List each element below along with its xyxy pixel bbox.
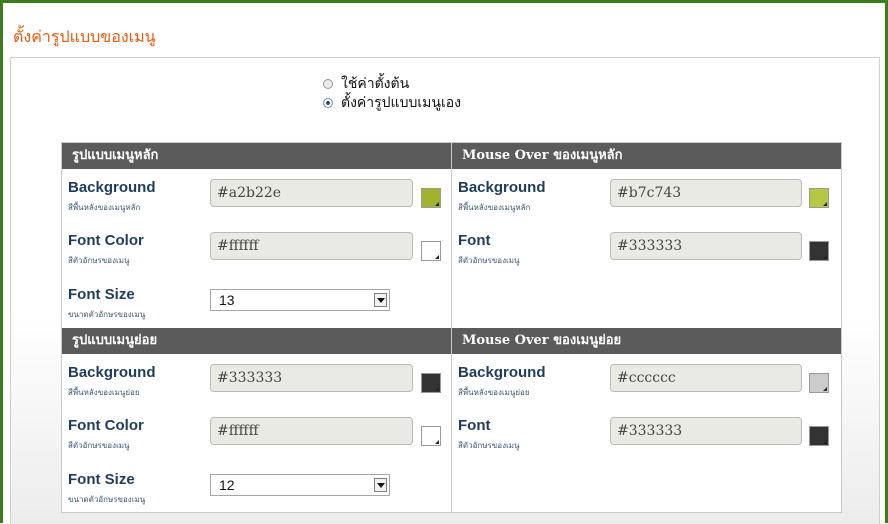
sub-background-sub: สีพื้นหลังของเมนูย่อย [68,388,140,397]
chevron-down-icon[interactable] [374,293,387,307]
mode-radio-group: ใช้ค่าตั้งต้น ตั้งค่ารูปแบบเมนูเอง [323,74,461,112]
sub-font-size-sub: ขนาดตัวอักษรของเมนู [68,495,146,504]
page-title: ตั้งค่ารูปแบบของเมนู [13,27,156,46]
main-hover-font-input[interactable]: #333333 [610,232,802,260]
main-font-color-sub: สีตัวอักษรของเมนู [68,256,130,265]
main-hover-font-sub: สีตัวอักษรของเมนู [458,256,520,265]
sub-hover-background-label: Background [458,364,546,381]
sub-background-swatch[interactable] [421,373,441,393]
main-background-input[interactable]: #a2b22e [210,179,413,207]
radio-custom[interactable] [323,97,333,108]
mode-option-custom[interactable]: ตั้งค่ารูปแบบเมนูเอง [323,93,461,112]
sub-font-color-swatch[interactable] [421,426,441,446]
settings-panel: ใช้ค่าตั้งต้น ตั้งค่ารูปแบบเมนูเอง รูปแบ… [10,57,880,524]
main-hover-background-input[interactable]: #b7c743 [610,179,802,207]
sub-hover-background-input[interactable]: #cccccc [610,364,802,392]
main-font-size-select[interactable]: 13 [210,289,390,311]
main-font-color-swatch[interactable] [421,241,441,261]
main-font-size-value: 13 [219,292,235,308]
sub-font-color-label: Font Color [68,417,144,434]
mode-option-default[interactable]: ใช้ค่าตั้งต้น [323,74,461,93]
right-column: Mouse Over ของเมนูหลัก Background สีพื้น… [452,143,841,512]
sub-hover-background-row: Background สีพื้นหลังของเมนูย่อย #cccccc [452,362,841,414]
main-hover-background-sub: สีพื้นหลังของเมนูหลัก [458,203,531,212]
main-background-swatch[interactable] [421,188,441,208]
sub-hover-font-swatch[interactable] [809,426,829,446]
left-column: รูปแบบเมนูหลัก Background สีพื้นหลังของเ… [62,143,452,512]
sub-font-color-input[interactable]: #ffffff [210,417,413,445]
sub-hover-background-sub: สีพื้นหลังของเมนูย่อย [458,388,530,397]
main-hover-font-swatch[interactable] [809,241,829,261]
sub-menu-header: รูปแบบเมนูย่อย [62,328,451,354]
main-font-size-sub: ขนาดตัวอักษรของเมนู [68,310,146,319]
menu-style-grid: รูปแบบเมนูหลัก Background สีพื้นหลังของเ… [61,142,842,513]
main-hover-font-label: Font [458,232,491,249]
main-hover-header: Mouse Over ของเมนูหลัก [452,143,841,169]
sub-hover-header: Mouse Over ของเมนูย่อย [452,328,841,354]
main-hover-background-label: Background [458,179,546,196]
sub-background-row: Background สีพื้นหลังของเมนูย่อย #333333 [62,362,451,414]
sub-hover-font-label: Font [458,417,491,434]
main-background-row: Background สีพื้นหลังของเมนูหลัก #a2b22e [62,177,451,229]
sub-background-input[interactable]: #333333 [210,364,413,392]
sub-font-size-select[interactable]: 12 [210,474,390,496]
main-hover-background-row: Background สีพื้นหลังของเมนูหลัก #b7c743 [452,177,841,229]
main-font-color-label: Font Color [68,232,144,249]
settings-frame: ตั้งค่ารูปแบบของเมนู ใช้ค่าตั้งต้น ตั้งค… [0,0,888,524]
main-hover-font-row: Font สีตัวอักษรของเมนู #333333 [452,230,841,282]
main-font-color-input[interactable]: #ffffff [210,232,413,260]
main-background-sub: สีพื้นหลังของเมนูหลัก [68,203,141,212]
sub-hover-font-input[interactable]: #333333 [610,417,802,445]
sub-hover-font-sub: สีตัวอักษรของเมนู [458,441,520,450]
mode-option-custom-label: ตั้งค่ารูปแบบเมนูเอง [341,94,461,111]
sub-font-size-value: 12 [219,477,235,493]
sub-hover-background-swatch[interactable] [809,373,829,393]
main-font-size-label: Font Size [68,286,135,303]
sub-background-label: Background [68,364,156,381]
main-background-label: Background [68,179,156,196]
chevron-down-icon[interactable] [374,478,387,492]
sub-hover-font-row: Font สีตัวอักษรของเมนู #333333 [452,415,841,467]
sub-font-color-sub: สีตัวอักษรของเมนู [68,441,130,450]
sub-font-size-label: Font Size [68,471,135,488]
main-hover-background-swatch[interactable] [809,188,829,208]
main-menu-header: รูปแบบเมนูหลัก [62,143,451,169]
radio-default[interactable] [323,78,333,89]
sub-font-size-row: Font Size ขนาดตัวอักษรของเมนู 12 [62,469,451,521]
sub-font-color-row: Font Color สีตัวอักษรของเมนู #ffffff [62,415,451,467]
main-font-color-row: Font Color สีตัวอักษรของเมนู #ffffff [62,230,451,282]
